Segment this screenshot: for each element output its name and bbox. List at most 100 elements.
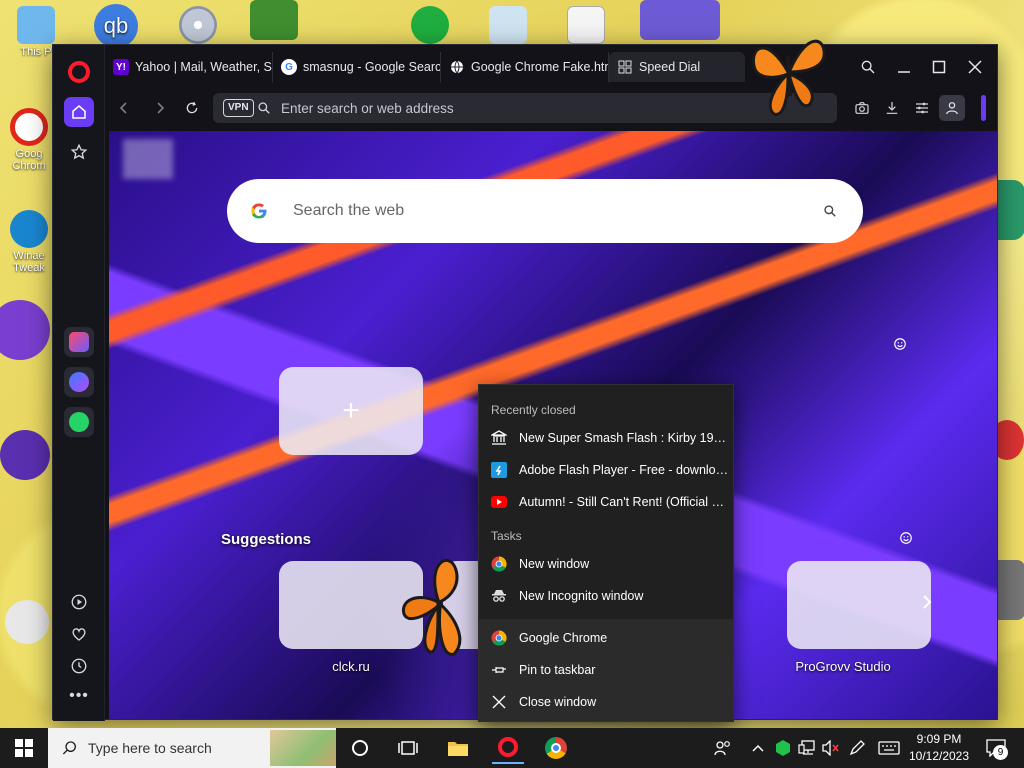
add-site-tile[interactable]: + <box>279 367 423 455</box>
suggestions-heading: Suggestions <box>221 531 312 548</box>
taskbar-search-input[interactable] <box>88 738 268 758</box>
home-button[interactable] <box>64 97 94 127</box>
show-hidden-icons-button[interactable] <box>748 728 768 768</box>
desktop-icon-winaero[interactable]: Winae Tweak <box>4 210 54 274</box>
desktop-art <box>5 600 49 644</box>
history-button[interactable] <box>64 651 94 681</box>
grid-icon <box>617 59 633 75</box>
recycle-bin-icon <box>489 6 527 44</box>
taskbar-search-box[interactable] <box>48 728 336 768</box>
pen-workspace-button[interactable] <box>846 728 868 768</box>
tab-speed-dial[interactable]: Speed Dial <box>609 52 745 82</box>
security-tray-button[interactable] <box>772 728 794 768</box>
flash-icon <box>491 462 507 478</box>
butterfly-icon <box>401 558 462 656</box>
back-button[interactable] <box>111 95 137 121</box>
people-button[interactable] <box>710 728 736 768</box>
search-highlight-image <box>270 730 336 766</box>
tab-chrome-fake[interactable]: Google Chrome Fake.html <box>441 52 609 82</box>
opera-menu-icon[interactable] <box>68 61 90 83</box>
network-button[interactable] <box>796 728 818 768</box>
favorites-button[interactable] <box>64 619 94 649</box>
new-incognito-window-item[interactable]: New Incognito window <box>479 581 733 611</box>
touch-keyboard-button[interactable] <box>876 728 902 768</box>
start-button[interactable] <box>8 732 40 764</box>
maximize-button[interactable] <box>926 54 952 80</box>
clock[interactable]: 9:09 PM 10/12/2023 <box>908 731 970 765</box>
address-input[interactable] <box>281 97 811 119</box>
new-window-item[interactable]: New window <box>479 549 733 579</box>
volume-button[interactable] <box>820 728 842 768</box>
desktop-icon-wifi[interactable] <box>400 6 460 46</box>
chrome-taskbar-button[interactable] <box>540 732 572 764</box>
download-icon <box>886 102 898 114</box>
footer-label: Close window <box>519 695 597 709</box>
opera-icon <box>10 108 48 146</box>
desktop-art <box>250 0 298 40</box>
web-search-input[interactable] <box>293 199 773 223</box>
vpn-badge[interactable]: VPN <box>223 99 254 117</box>
action-center-button[interactable]: 9 <box>982 728 1010 768</box>
next-suggestions-button[interactable] <box>921 595 933 614</box>
cortana-button[interactable] <box>344 732 376 764</box>
google-logo-icon <box>251 203 267 219</box>
opera-taskbar-button[interactable] <box>492 732 524 764</box>
address-bar[interactable]: VPN <box>213 93 837 123</box>
reload-button[interactable] <box>179 95 205 121</box>
snapshot-button[interactable] <box>849 95 875 121</box>
star-icon <box>70 143 88 160</box>
close-button[interactable] <box>962 54 988 80</box>
desktop-icon-dvd[interactable] <box>168 6 228 46</box>
keyboard-icon <box>878 741 900 755</box>
disc-icon <box>179 6 217 44</box>
smiley-icon[interactable] <box>899 531 913 550</box>
desktop-icon-label: Winae Tweak <box>13 250 45 274</box>
recently-closed-item[interactable]: New Super Smash Flash : Kirby 1942 :... <box>479 423 733 453</box>
play-circle-icon <box>71 594 87 610</box>
easy-setup-button[interactable] <box>909 95 935 121</box>
web-search-box[interactable] <box>227 179 863 243</box>
plus-icon: + <box>342 394 360 427</box>
pin-to-taskbar-item[interactable]: Pin to taskbar <box>479 655 733 685</box>
file-explorer-button[interactable] <box>442 732 474 764</box>
task-view-button[interactable] <box>392 732 424 764</box>
tasks-heading: Tasks <box>491 529 522 543</box>
messenger-icon <box>69 372 89 392</box>
desktop-icon-document[interactable] <box>556 6 616 46</box>
forward-button[interactable] <box>147 95 173 121</box>
open-google-chrome-item[interactable]: Google Chrome <box>479 623 733 653</box>
messenger-button[interactable] <box>64 367 94 397</box>
smiley-icon[interactable] <box>893 337 907 356</box>
background-glow <box>123 139 173 179</box>
footer-label: Google Chrome <box>519 631 608 645</box>
minimize-button[interactable] <box>891 54 917 80</box>
close-window-item[interactable]: Close window <box>479 687 733 717</box>
taskbar: 9:09 PM 10/12/2023 9 <box>0 728 1024 768</box>
tab-google-search[interactable]: G smasnug - Google Search <box>273 52 441 82</box>
tab-search-button[interactable] <box>855 54 881 80</box>
recently-closed-item[interactable]: Autumn! - Still Can't Rent! (Official Mu… <box>479 487 733 517</box>
winaero-icon <box>10 210 48 248</box>
profile-button[interactable] <box>939 95 965 121</box>
desktop-art <box>0 300 50 360</box>
recently-closed-item[interactable]: Adobe Flash Player - Free - download... <box>479 455 733 485</box>
aria-button[interactable] <box>64 327 94 357</box>
opera-icon <box>498 737 518 757</box>
desktop-icon-chrome[interactable]: Goog Chrom <box>4 108 54 172</box>
tab-yahoo[interactable]: Y! Yahoo | Mail, Weather, Se <box>105 52 273 82</box>
desktop-icon-recycle-bin[interactable] <box>478 6 538 46</box>
suggestion-tile[interactable] <box>787 561 931 649</box>
whatsapp-button[interactable] <box>64 407 94 437</box>
task-label: New Incognito window <box>519 589 644 603</box>
downloads-button[interactable] <box>879 95 905 121</box>
search-icon[interactable] <box>823 204 837 218</box>
bookmarks-button[interactable] <box>64 137 94 167</box>
youtube-icon <box>491 494 507 510</box>
whatsapp-icon <box>69 412 89 432</box>
sidebar-toggle-indicator[interactable] <box>981 95 986 121</box>
sidebar-more-icon[interactable]: ••• <box>64 681 94 711</box>
suggestion-tile-label: ProGrovv Studio <box>795 659 891 674</box>
chrome-icon <box>545 737 567 759</box>
chrome-icon <box>491 630 507 646</box>
player-button[interactable] <box>64 587 94 617</box>
